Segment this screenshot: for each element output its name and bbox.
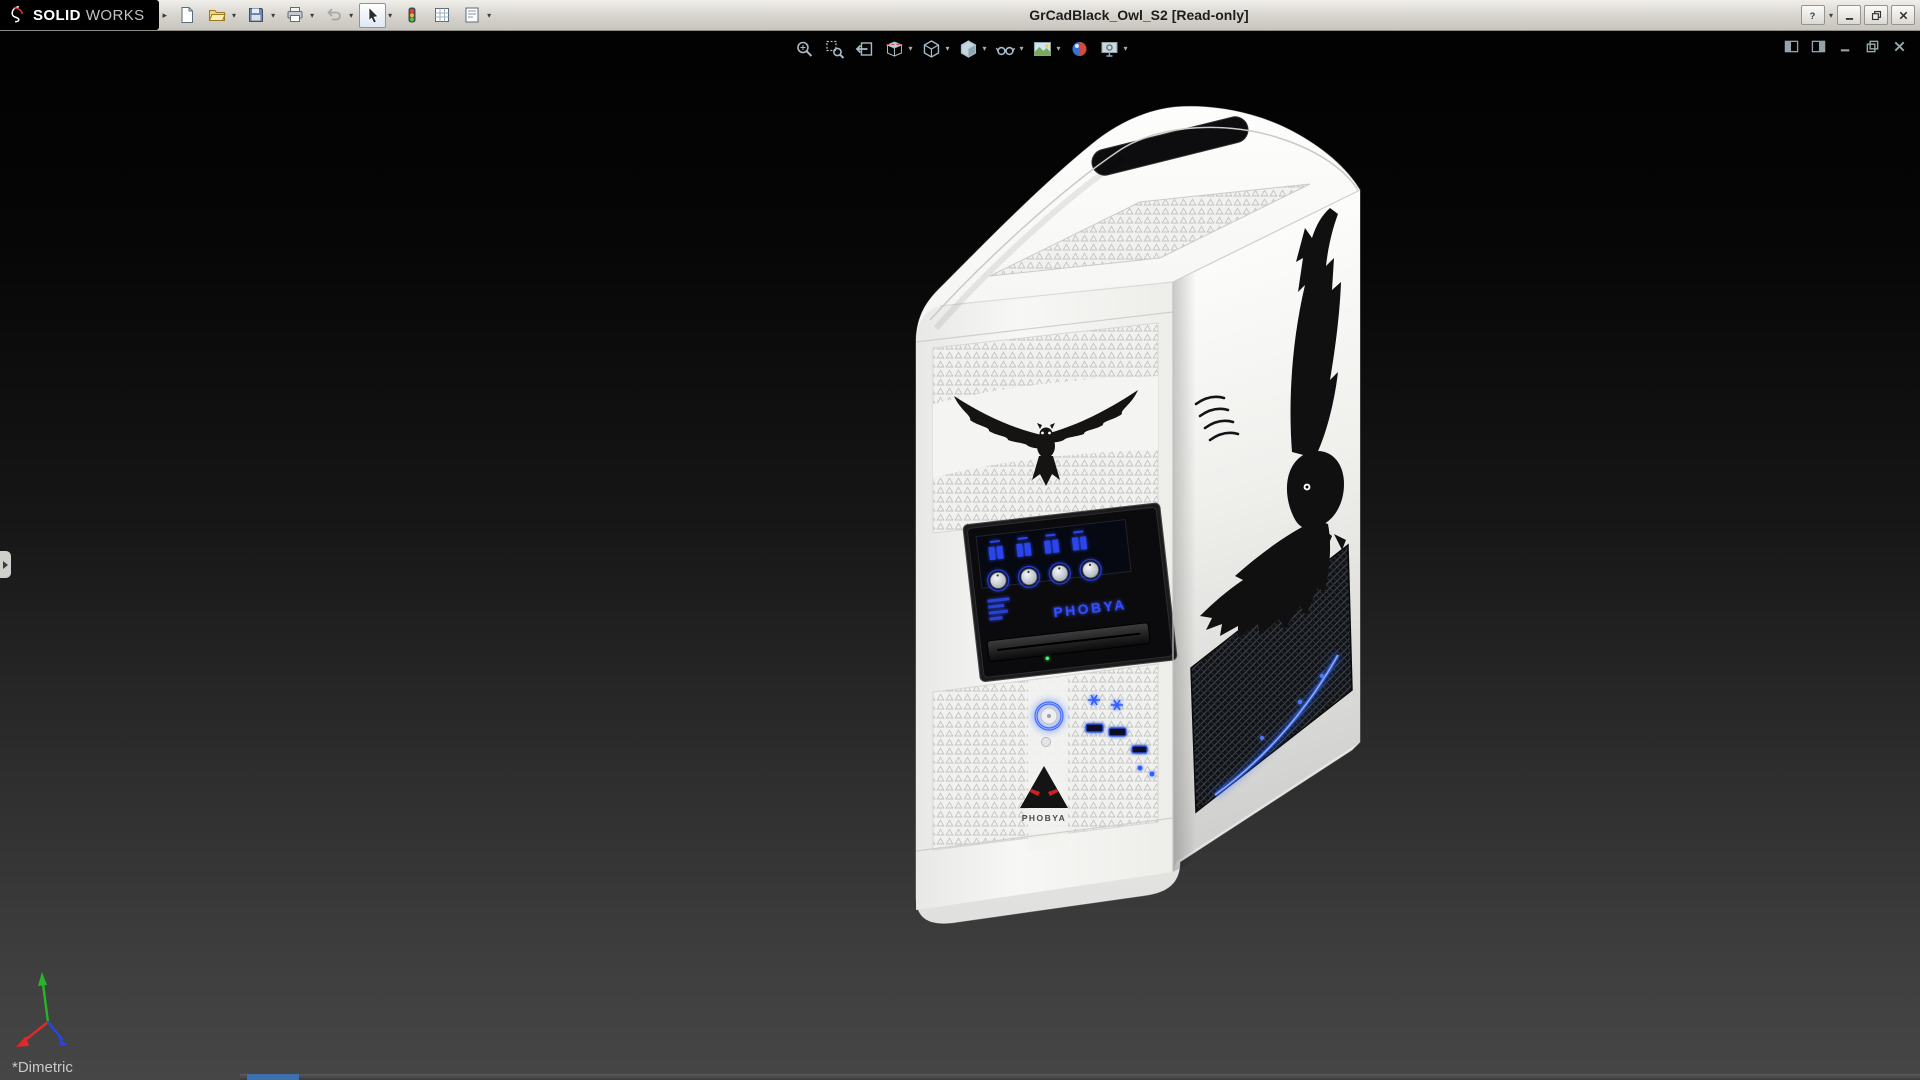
doc-minimize-button[interactable] [1834,36,1856,56]
solidworks-logo-mark [8,5,28,25]
front-panel[interactable]: PHOBYA [916,282,1177,910]
doc-close-button[interactable] [1888,36,1910,56]
standard-toolbar: ▾ ▾ ▾ ▾ ▾ ▾ [173,3,494,28]
help-button[interactable]: ? [1801,5,1825,25]
display-style-button-caret[interactable]: ▾ [982,44,986,53]
rebuild-button[interactable] [398,3,425,28]
apply-scene-button[interactable] [1028,35,1057,62]
heads-up-view-toolbar: ▾ ▾ ▾ ▾ ▾ ▾ [789,35,1130,62]
display-style-button[interactable] [953,35,982,62]
model-phobya-case[interactable]: PHOBYA [916,106,1360,923]
view-orientation-label: *Dimetric [12,1059,73,1076]
reference-triad [16,972,68,1047]
sheet-properties-button[interactable] [428,3,455,28]
print-button-caret[interactable]: ▾ [310,11,314,20]
view-orientation-button-caret[interactable]: ▾ [945,44,949,53]
document-window-controls [1780,36,1910,56]
pane-split-right-button[interactable] [1807,36,1829,56]
status-bar-accent [247,1074,299,1080]
window-title: GrCadBlack_Owl_S2 [Read-only] [1029,7,1248,23]
hide-show-items-button-caret[interactable]: ▾ [1020,44,1024,53]
save-button[interactable] [242,3,269,28]
apply-scene-button-caret[interactable]: ▾ [1057,44,1061,53]
pane-split-left-button[interactable] [1780,36,1802,56]
zoom-to-fit-button[interactable] [789,35,818,62]
select-button[interactable] [359,3,386,28]
title-bar: SOLID WORKS ▸ ▾ ▾ ▾ ▾ ▾ ▾ GrCadBlack_Owl_S2 [R… [0,0,1920,31]
edit-appearance-button[interactable] [1065,35,1094,62]
undo-button-caret[interactable]: ▾ [349,11,353,20]
view-settings-button[interactable] [1095,35,1124,62]
featuremanager-expand-tab[interactable] [0,551,11,578]
select-button-caret[interactable]: ▾ [388,11,392,20]
doc-restore-button[interactable] [1861,36,1883,56]
help-button-caret[interactable]: ▾ [1829,11,1833,20]
window-controls: ?▾ [1801,5,1915,25]
hide-show-items-button[interactable] [991,35,1020,62]
brand-light: WORKS [86,7,145,24]
open-button[interactable] [203,3,230,28]
save-button-caret[interactable]: ▾ [271,11,275,20]
undo-button[interactable] [320,3,347,28]
view-settings-button-caret[interactable]: ▾ [1124,44,1128,53]
open-button-caret[interactable]: ▾ [232,11,236,20]
expand-arrow-icon [3,561,8,569]
options-button[interactable] [458,3,485,28]
section-view-button[interactable] [879,35,908,62]
svg-text:?: ? [1810,10,1816,20]
view-orientation-button[interactable] [916,35,945,62]
menu-flyout-arrow[interactable]: ▸ [163,10,168,21]
application-window: PHOBYA [0,0,1920,1080]
graphics-area[interactable]: PHOBYA [0,0,1920,1080]
brand-bold: SOLID [33,7,81,24]
zoom-to-area-button[interactable] [819,35,848,62]
new-document-button[interactable] [173,3,200,28]
print-button[interactable] [281,3,308,28]
solidworks-logo: SOLID WORKS [0,0,159,30]
minimize-button[interactable] [1837,5,1861,25]
status-bar-edge [240,1074,1920,1080]
close-button[interactable] [1891,5,1915,25]
fan-controller[interactable]: PHOBYA [963,503,1178,682]
options-button-caret[interactable]: ▾ [487,11,491,20]
restore-button[interactable] [1864,5,1888,25]
previous-view-button[interactable] [849,35,878,62]
section-view-button-caret[interactable]: ▾ [908,44,912,53]
reset-button [1042,738,1051,747]
badge-brand-text: PHOBYA [1022,813,1067,823]
